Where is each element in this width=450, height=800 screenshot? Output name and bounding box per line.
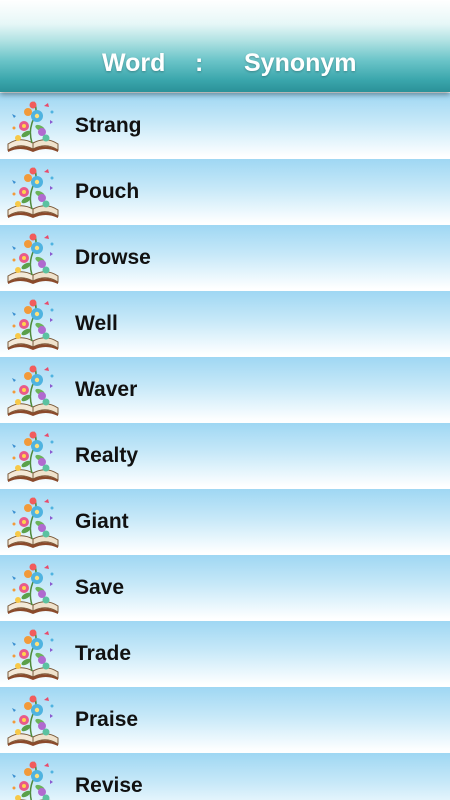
header-synonym-label: Synonym (244, 49, 357, 77)
book-flowers-icon (7, 760, 59, 800)
list-item[interactable]: Well (0, 291, 450, 355)
list-item-label: Revise (75, 774, 143, 797)
list-item-label: Realty (75, 444, 139, 467)
book-flowers-icon (7, 232, 59, 285)
list-item[interactable]: Trade (0, 621, 450, 685)
list-item-label: Strang (75, 114, 142, 137)
book-flowers-icon (7, 628, 59, 681)
list-item[interactable]: Strang (0, 93, 450, 157)
list-item[interactable]: Giant (0, 489, 450, 553)
list-item-label: Pouch (75, 180, 140, 203)
list-item-label: Save (75, 576, 125, 599)
book-flowers-icon (7, 694, 59, 747)
app-header: Word : Synonym (0, 0, 450, 92)
list-item[interactable]: Pouch (0, 159, 450, 223)
book-flowers-icon (7, 100, 59, 153)
list-item-label: Drowse (75, 246, 151, 269)
list-item[interactable]: Waver (0, 357, 450, 421)
book-flowers-icon (7, 166, 59, 219)
book-flowers-icon (7, 562, 59, 615)
word-list: Strang Pouch Drowse Well Waver Realty Gi… (0, 93, 450, 800)
header-title: Word : Synonym (0, 46, 450, 80)
list-item-label: Praise (75, 708, 139, 731)
list-item-label: Trade (75, 642, 132, 665)
list-item-label: Waver (75, 378, 138, 401)
list-item[interactable]: Drowse (0, 225, 450, 289)
book-flowers-icon (7, 364, 59, 417)
book-flowers-icon (7, 430, 59, 483)
list-item[interactable]: Praise (0, 687, 450, 751)
list-item[interactable]: Save (0, 555, 450, 619)
list-item-label: Well (75, 312, 118, 335)
list-item[interactable]: Realty (0, 423, 450, 487)
header-word-label: Word (102, 49, 166, 77)
book-flowers-icon (7, 496, 59, 549)
book-flowers-icon (7, 298, 59, 351)
header-separator: : (195, 49, 204, 77)
list-item-label: Giant (75, 510, 129, 533)
list-item[interactable]: Revise (0, 753, 450, 800)
